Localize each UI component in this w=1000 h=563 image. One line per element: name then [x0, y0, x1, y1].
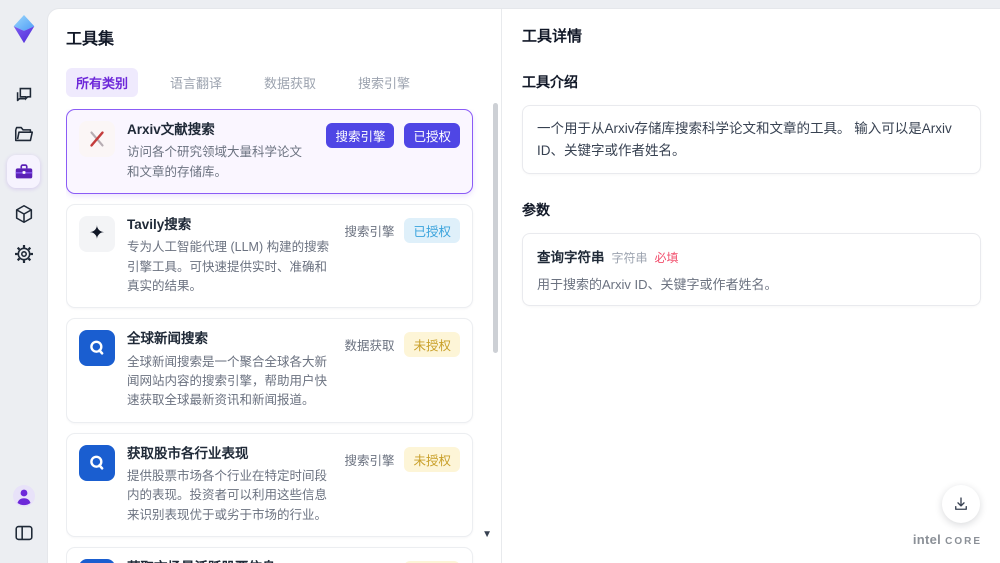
tool-card-global-news[interactable]: 全球新闻搜索 全球新闻搜索是一个聚合全球各大新闻网站内容的搜索引擎，帮助用户快速… — [66, 318, 473, 423]
arxiv-logo-icon — [79, 121, 115, 157]
auth-status-badge: 未授权 — [404, 332, 460, 358]
list-scrollbar[interactable] — [493, 95, 499, 557]
gear-icon — [14, 244, 33, 263]
category-label: 搜索引擎 — [344, 453, 395, 468]
chat-icon — [16, 87, 31, 101]
auth-status-badge: 未授权 — [404, 446, 460, 472]
scrollbar-thumb[interactable] — [493, 103, 498, 353]
scroll-down-icon[interactable]: ▼ — [482, 529, 492, 540]
stock-app-icon — [79, 444, 115, 481]
page-title: 工具集 — [66, 31, 115, 48]
category-tabs: 所有类别 语言翻译 数据获取 搜索引擎 — [66, 68, 483, 97]
tool-card-active-stocks[interactable]: 获取市场最活跃股票信息 提供当天交易量最高的股票列表。投资者可以利用这些信息来识… — [66, 547, 473, 563]
cube-icon — [15, 204, 32, 223]
tool-card-sector-performance[interactable]: 获取股市各行业表现 提供股票市场各个行业在特定时间段内的表现。投资者可以利用这些… — [66, 432, 473, 537]
intro-section-title: 工具介绍 — [522, 74, 578, 90]
tool-description: 访问各个研究领域大量科学论文和文章的存储库。 — [127, 145, 303, 179]
param-box: 查询字符串 字符串 必填 用于搜索的Arxiv ID、关键字或作者姓名。 — [522, 233, 981, 307]
category-label: 数据获取 — [344, 339, 395, 354]
tool-description: 专为人工智能代理 (LLM) 构建的搜索引擎工具。可快速提供实时、准确和真实的结… — [127, 240, 330, 293]
intel-wordmark: intel — [912, 532, 942, 547]
app-rail — [0, 0, 47, 563]
intro-box: 一个用于从Arxiv存储库搜索科学论文和文章的工具。 输入可以是Arxiv ID… — [522, 105, 981, 175]
param-type: 字符串 — [611, 251, 648, 266]
param-description: 用于搜索的Arxiv ID、关键字或作者姓名。 — [537, 277, 778, 293]
tab-language-translation[interactable]: 语言翻译 — [160, 68, 232, 97]
folder-icon — [14, 126, 33, 141]
param-required-flag: 必填 — [654, 251, 679, 266]
tavily-logo-icon: ✦ — [79, 215, 115, 252]
tools-pane: 工具集 所有类别 语言翻译 数据获取 搜索引擎 Arxiv文献搜索 访问各个研究… — [48, 9, 501, 563]
param-name: 查询字符串 — [537, 250, 605, 266]
sidebar-item-account[interactable] — [7, 479, 40, 512]
tool-name: Tavily搜索 — [127, 216, 192, 232]
tool-name: 全球新闻搜索 — [127, 331, 208, 347]
tab-data-fetch[interactable]: 数据获取 — [254, 68, 326, 97]
auth-status-badge: 已授权 — [404, 217, 460, 243]
sidebar-item-packages[interactable] — [7, 197, 40, 230]
intel-core-logo: intel CORE — [913, 532, 982, 547]
sidebar-item-toolbox[interactable] — [7, 155, 40, 188]
tool-card-tavily[interactable]: ✦ Tavily搜索 专为人工智能代理 (LLM) 构建的搜索引擎工具。可快速提… — [66, 203, 473, 309]
tab-search-engine[interactable]: 搜索引擎 — [348, 68, 420, 97]
auth-status-badge: 已授权 — [404, 123, 460, 148]
tool-card-arxiv[interactable]: Arxiv文献搜索 访问各个研究领域大量科学论文和文章的存储库。 搜索引擎 已授… — [66, 109, 473, 194]
main-panel: 工具集 所有类别 语言翻译 数据获取 搜索引擎 Arxiv文献搜索 访问各个研究… — [47, 8, 1000, 563]
category-badge: 搜索引擎 — [326, 123, 395, 148]
download-button[interactable] — [942, 485, 980, 523]
tool-name: 获取市场最活跃股票信息 — [127, 559, 332, 563]
gem-logo-icon — [13, 14, 34, 43]
sidebar-item-collapse[interactable] — [7, 516, 40, 549]
tab-all-categories[interactable]: 所有类别 — [66, 68, 139, 97]
tool-description: 全球新闻搜索是一个聚合全球各大新闻网站内容的搜索引擎，帮助用户快速获取全球最新资… — [127, 354, 328, 408]
stock-app-icon — [79, 559, 115, 563]
category-label: 搜索引擎 — [344, 224, 395, 239]
detail-title: 工具详情 — [522, 28, 583, 45]
sidebar-item-files[interactable] — [7, 117, 40, 150]
tool-list: Arxiv文献搜索 访问各个研究领域大量科学论文和文章的存储库。 搜索引擎 已授… — [66, 109, 483, 563]
sidebar-item-chat[interactable] — [7, 78, 40, 111]
tool-intro-text: 一个用于从Arxiv存储库搜索科学论文和文章的工具。 输入可以是Arxiv ID… — [537, 121, 952, 158]
panel-layout-icon — [14, 525, 33, 540]
tool-detail-pane: 工具详情 工具介绍 一个用于从Arxiv存储库搜索科学论文和文章的工具。 输入可… — [501, 9, 1000, 563]
sidebar-item-settings[interactable] — [7, 237, 40, 270]
briefcase-icon — [15, 163, 32, 178]
tool-name: 获取股市各行业表现 — [127, 445, 249, 461]
core-wordmark: CORE — [945, 536, 982, 547]
tool-name: Arxiv文献搜索 — [127, 122, 215, 137]
news-search-app-icon — [79, 330, 115, 367]
download-icon — [955, 497, 967, 510]
user-icon — [12, 484, 35, 507]
params-section-title: 参数 — [522, 202, 550, 219]
tool-description: 提供股票市场各个行业在特定时间段内的表现。投资者可以利用这些信息来识别表现优于或… — [127, 468, 328, 522]
app-logo — [7, 12, 40, 45]
